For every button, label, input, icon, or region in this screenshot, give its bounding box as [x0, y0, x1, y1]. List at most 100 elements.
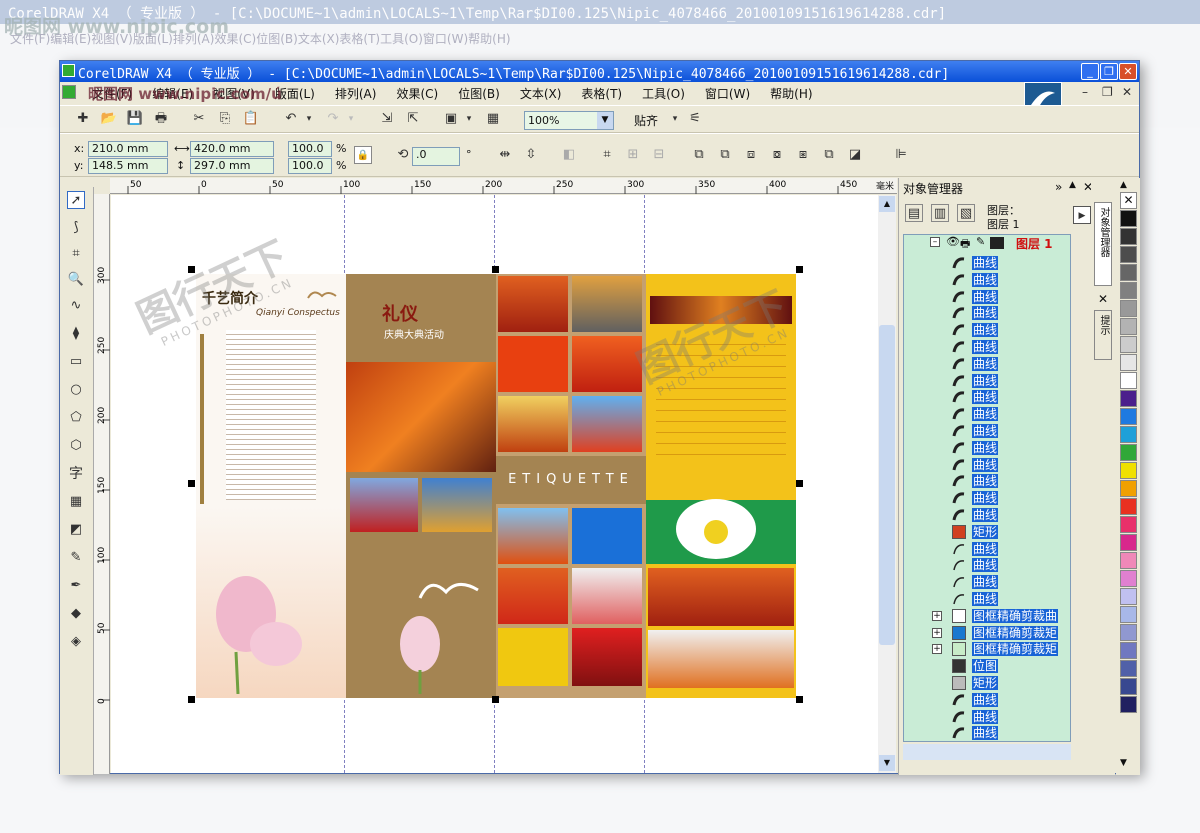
- crop-tool-icon[interactable]: ⌗: [67, 245, 85, 263]
- redo-icon[interactable]: ↷: [324, 110, 342, 128]
- chevron-down-icon[interactable]: ▼: [597, 112, 613, 129]
- bg-menu-item-9[interactable]: 工具(O): [380, 32, 423, 46]
- color-swatch[interactable]: [1120, 336, 1137, 353]
- bg-menu-item-4[interactable]: 排列(A): [173, 32, 215, 46]
- selection-handle[interactable]: [492, 696, 499, 703]
- doc-minimize-button[interactable]: –: [1082, 85, 1088, 99]
- menu-item-5[interactable]: 效果(C): [396, 87, 438, 101]
- canvas-vertical-scrollbar[interactable]: ▲ ▼: [878, 195, 896, 773]
- color-swatch[interactable]: [1120, 606, 1137, 623]
- color-swatch[interactable]: ✕: [1120, 192, 1137, 209]
- menu-item-7[interactable]: 文本(X): [520, 87, 562, 101]
- show-properties-icon[interactable]: ▤: [905, 204, 923, 222]
- outline-tool-icon[interactable]: ✒: [67, 577, 85, 595]
- export-icon[interactable]: ⇱: [404, 110, 422, 128]
- color-swatch[interactable]: [1120, 408, 1137, 425]
- tree-item-curve[interactable]: 曲线: [952, 709, 1000, 726]
- pick-tool-icon[interactable]: ➚: [67, 191, 85, 209]
- rotation-field[interactable]: .0: [412, 147, 460, 166]
- color-swatch[interactable]: [1120, 588, 1137, 605]
- tree-item-curve[interactable]: 曲线: [952, 457, 1000, 474]
- publish-dropdown-icon[interactable]: ▾: [460, 110, 478, 128]
- scroll-up-icon[interactable]: ▲: [879, 196, 895, 212]
- tree-item-curve[interactable]: 曲线: [952, 255, 1000, 272]
- color-swatch[interactable]: [1120, 642, 1137, 659]
- mirror-vertical-icon[interactable]: ⇳: [522, 146, 540, 164]
- tree-item-curve[interactable]: 曲线: [952, 272, 1000, 289]
- color-swatch[interactable]: [1120, 246, 1137, 263]
- bg-menu-item-6[interactable]: 位图(B): [256, 32, 298, 46]
- snap-to-button[interactable]: 贴齐: [634, 112, 658, 129]
- expand-toggle[interactable]: +: [932, 644, 942, 655]
- save-icon[interactable]: 💾: [126, 110, 144, 128]
- tree-item-curve[interactable]: 曲线: [952, 339, 1000, 356]
- x-position-field[interactable]: 210.0 mm: [88, 141, 168, 157]
- tree-item-curve[interactable]: 曲线: [952, 473, 1000, 490]
- menu-item-8[interactable]: 表格(T): [581, 87, 622, 101]
- printer-icon[interactable]: 🖶: [960, 235, 970, 254]
- new-icon[interactable]: ✚: [74, 110, 92, 128]
- expand-toggle[interactable]: +: [932, 610, 942, 621]
- rectangle-tool-icon[interactable]: ▭: [67, 353, 85, 371]
- selection-handle[interactable]: [796, 480, 803, 487]
- close-button[interactable]: ✕: [1119, 63, 1137, 80]
- color-swatch[interactable]: [1120, 516, 1137, 533]
- expand-toggle[interactable]: +: [932, 627, 942, 638]
- undo-dropdown-icon[interactable]: ▾: [300, 110, 318, 128]
- weld-icon[interactable]: ⧉: [716, 146, 734, 164]
- interactive-blend-tool-icon[interactable]: ◩: [67, 521, 85, 539]
- simplify-icon[interactable]: ⧆: [794, 146, 812, 164]
- polygon-tool-icon[interactable]: ⬠: [67, 409, 85, 427]
- color-swatch[interactable]: [1120, 624, 1137, 641]
- expand-icon[interactable]: »: [1055, 180, 1062, 194]
- redo-dropdown-icon[interactable]: ▾: [342, 110, 360, 128]
- tree-item-curve[interactable]: 曲线: [952, 373, 1000, 390]
- scale-x-field[interactable]: 100.0: [288, 141, 332, 157]
- fill-tool-icon[interactable]: ◆: [67, 605, 85, 623]
- color-swatch[interactable]: [1120, 282, 1137, 299]
- bg-menu-item-1[interactable]: 编辑(E): [50, 32, 91, 46]
- copy-icon[interactable]: ⎘: [216, 110, 234, 128]
- tree-item-curve-outline[interactable]: 曲线: [953, 541, 1000, 558]
- mirror-horizontal-icon[interactable]: ⇹: [496, 146, 514, 164]
- table-tool-icon[interactable]: ▦: [67, 493, 85, 511]
- layer-collapse-toggle[interactable]: –: [930, 237, 940, 247]
- bg-menu-item-10[interactable]: 窗口(W): [423, 32, 468, 46]
- tab-close-icon[interactable]: ✕: [1098, 292, 1108, 306]
- color-swatch[interactable]: [1120, 570, 1137, 587]
- menu-item-11[interactable]: 帮助(H): [770, 87, 812, 101]
- edit-across-layers-icon[interactable]: ▥: [931, 204, 949, 222]
- text-tool-icon[interactable]: 字: [67, 465, 85, 483]
- color-swatch[interactable]: [1120, 228, 1137, 245]
- tree-item-powerclip[interactable]: + 图框精确剪裁矩: [932, 641, 1060, 658]
- pencil-icon[interactable]: ✎: [976, 235, 985, 248]
- scale-y-field[interactable]: 100.0: [288, 158, 332, 174]
- color-swatch[interactable]: [1120, 480, 1137, 497]
- vertical-ruler[interactable]: 300 250 200 150 100 50 0: [94, 194, 110, 774]
- drawing-canvas[interactable]: 千艺简介 Qianyi Conspectus 礼仪 庆典大典活动 ETIQUET…: [111, 195, 878, 773]
- combine-icon[interactable]: ⧉: [690, 146, 708, 164]
- tree-item-curve[interactable]: 曲线: [952, 423, 1000, 440]
- tree-item-curve[interactable]: 曲线: [952, 692, 1000, 709]
- layer-name[interactable]: 图层 1: [1016, 235, 1053, 252]
- color-swatch[interactable]: [1120, 426, 1137, 443]
- basic-shapes-tool-icon[interactable]: ⬡: [67, 437, 85, 455]
- undo-icon[interactable]: ↶: [282, 110, 300, 128]
- bg-menu-item-8[interactable]: 表格(T): [339, 32, 380, 46]
- ellipse-tool-icon[interactable]: ○: [67, 381, 85, 399]
- tree-item-powerclip[interactable]: + 图框精确剪裁曲: [932, 608, 1060, 625]
- doc-restore-button[interactable]: ❐: [1102, 85, 1113, 99]
- align-distribute-icon[interactable]: ⊫: [892, 146, 910, 164]
- tab-object-manager[interactable]: 对象管理器: [1094, 202, 1112, 286]
- open-icon[interactable]: 📂: [100, 110, 118, 128]
- tree-item-powerclip[interactable]: + 图框精确剪裁矩: [932, 625, 1060, 642]
- shape-tool-icon[interactable]: ⟆: [67, 219, 85, 237]
- bg-menu-item-3[interactable]: 版面(L): [133, 32, 173, 46]
- color-swatch[interactable]: [1120, 210, 1137, 227]
- tab-hints[interactable]: 提示: [1094, 310, 1112, 360]
- zoom-combo[interactable]: 100% ▼: [524, 111, 614, 130]
- eye-icon[interactable]: 👁: [946, 235, 960, 248]
- tree-item-curve[interactable]: 曲线: [952, 440, 1000, 457]
- color-swatch[interactable]: [1120, 678, 1137, 695]
- tree-item-curve[interactable]: 曲线: [952, 725, 1000, 741]
